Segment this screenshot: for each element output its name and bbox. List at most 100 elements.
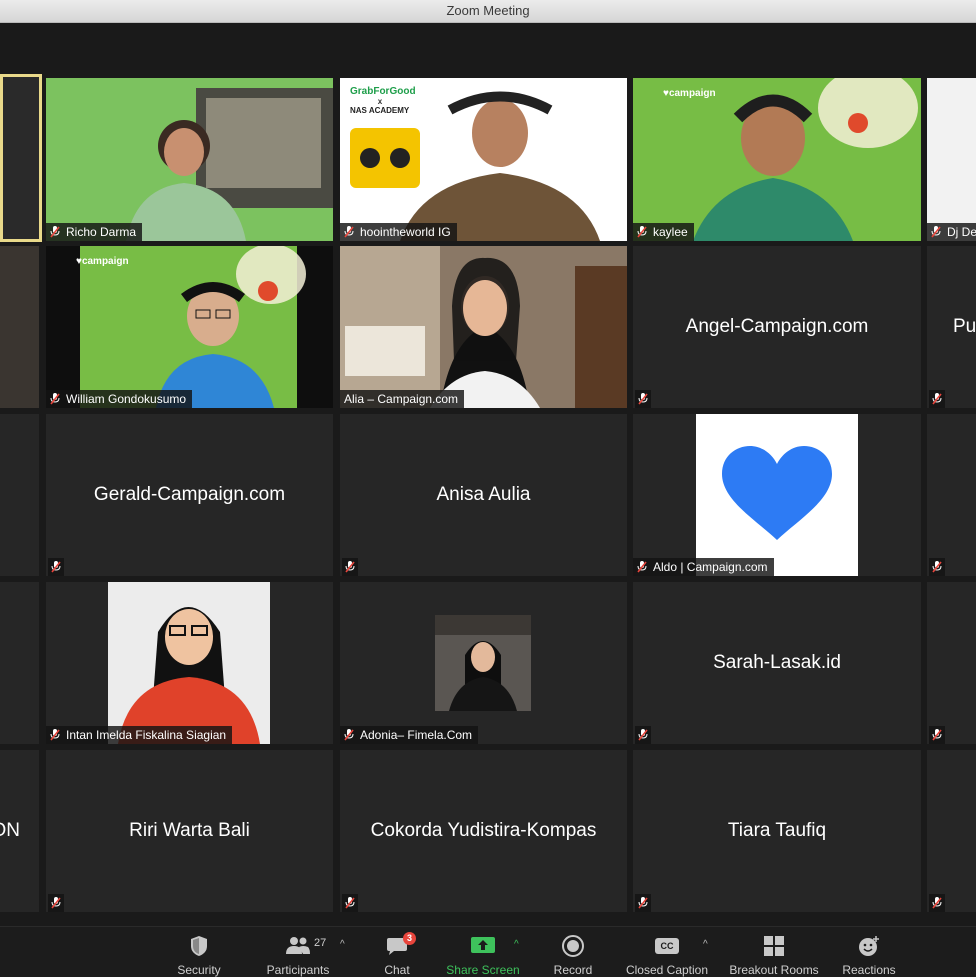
participant-nametag: kaylee (633, 223, 694, 241)
muted-mic-icon (50, 393, 60, 405)
muted-mic-icon (48, 558, 64, 576)
profile-picture (108, 582, 270, 744)
participant-name: hoointheworld IG (360, 225, 451, 239)
video-tile-partial-right[interactable] (927, 750, 976, 912)
participant-nametag: hoointheworld IG (340, 223, 457, 241)
video-tile-cokorda[interactable]: Cokorda Yudistira-Kompas (340, 750, 627, 912)
chat-button[interactable]: 3 Chat (347, 931, 447, 977)
participant-name-large: Cokorda Yudistira-Kompas (370, 820, 597, 841)
muted-mic-icon (50, 729, 60, 741)
security-label: Security (177, 963, 221, 977)
share-screen-icon (470, 935, 496, 957)
participants-icon (285, 935, 311, 957)
muted-mic-icon (635, 726, 651, 744)
meeting-toolbar: Security 27 Participants ^ 3 Chat Share … (0, 926, 976, 977)
video-tile-anisa[interactable]: Anisa Aulia (340, 414, 627, 576)
muted-mic-icon (635, 390, 651, 408)
campaign-logo: ♥campaign (76, 256, 129, 267)
muted-mic-icon (929, 390, 945, 408)
video-tile-alia[interactable]: Alia – Campaign.com (340, 246, 627, 408)
video-grid: Richo Darma GrabForGood x NAS ACADEMY ho… (0, 0, 976, 976)
video-tile-partial-left[interactable] (0, 414, 39, 576)
video-tile-partial-left[interactable]: ON (0, 750, 39, 912)
participant-name-large: Anisa Aulia (436, 484, 531, 505)
muted-mic-icon (344, 729, 354, 741)
video-tile-sarah[interactable]: Sarah-Lasak.id (633, 582, 921, 744)
grab-logo: GrabForGood x NAS ACADEMY (350, 86, 416, 115)
participant-name-large: ON (0, 820, 20, 841)
muted-mic-icon (929, 726, 945, 744)
muted-mic-icon (342, 558, 358, 576)
participant-name: Alia – Campaign.com (344, 392, 459, 406)
muted-mic-icon (637, 561, 647, 573)
muted-mic-icon (50, 226, 60, 238)
participant-name: William Gondokusumo (66, 392, 187, 406)
security-button[interactable]: Security (149, 931, 249, 977)
muted-mic-icon (637, 226, 647, 238)
video-tile-aldo[interactable]: Aldo | Campaign.com (633, 414, 921, 576)
video-feed (633, 78, 921, 241)
share-screen-button[interactable]: Share Screen (433, 931, 533, 977)
muted-mic-icon (342, 894, 358, 912)
participant-nametag: Adonia– Fimela.Com (340, 726, 479, 744)
participant-name: Richo Darma (66, 225, 137, 239)
participant-nametag: Dj De (927, 223, 976, 241)
campaign-logo: ♥campaign (663, 88, 716, 99)
video-tile-kaylee[interactable]: ♥campaign kaylee (633, 78, 921, 241)
reactions-icon (856, 935, 882, 957)
participant-name: Dj De (947, 225, 976, 239)
video-tile-intan[interactable]: Intan Imelda Fiskalina Siagian (46, 582, 333, 744)
closed-caption-label: Closed Caption (625, 963, 709, 977)
record-button[interactable]: Record (523, 931, 623, 977)
participant-name-large: Angel-Campaign.com (685, 316, 869, 337)
breakout-rooms-button[interactable]: Breakout Rooms (724, 931, 824, 977)
video-tile-gerald[interactable]: Gerald-Campaign.com (46, 414, 333, 576)
video-tile-dj[interactable]: Dj De (927, 78, 976, 241)
participant-name-large: Tiara Taufiq (727, 820, 827, 841)
participant-name: Aldo | Campaign.com (653, 560, 768, 574)
video-tile-partial-right[interactable] (927, 414, 976, 576)
participant-name-large: Gerald-Campaign.com (93, 484, 286, 505)
cc-icon-text: CC (660, 941, 674, 951)
participants-chevron-up-icon[interactable]: ^ (340, 939, 345, 950)
shield-icon (186, 935, 212, 957)
record-icon (560, 935, 586, 957)
participants-button[interactable]: 27 Participants (248, 931, 348, 977)
participant-nametag: Alia – Campaign.com (340, 390, 465, 408)
video-tile-partial-right[interactable] (927, 582, 976, 744)
share-screen-label: Share Screen (446, 963, 520, 977)
reactions-button[interactable]: Reactions (819, 931, 919, 977)
video-tile-adonia[interactable]: Adonia– Fimela.Com (340, 582, 627, 744)
video-tile-active-speaker[interactable] (0, 74, 42, 242)
video-tile-pu[interactable]: Pu (927, 246, 976, 408)
participants-label: Participants (266, 963, 330, 977)
closed-caption-chevron-up-icon[interactable]: ^ (703, 939, 708, 950)
participant-nametag: Aldo | Campaign.com (633, 558, 774, 576)
participant-nametag: William Gondokusumo (46, 390, 193, 408)
chat-icon: 3 (384, 932, 416, 957)
profile-picture (435, 615, 531, 711)
participant-name-large: Sarah-Lasak.id (713, 652, 841, 673)
video-tile-richo[interactable]: Richo Darma (46, 78, 333, 241)
participant-name: kaylee (653, 225, 688, 239)
muted-mic-icon (931, 226, 941, 238)
video-tile-tiara[interactable]: Tiara Taufiq (633, 750, 921, 912)
muted-mic-icon (344, 226, 354, 238)
heart-icon (722, 446, 832, 540)
chat-badge: 3 (403, 932, 416, 945)
video-tile-william[interactable]: ♥campaign William Gondokusumo (46, 246, 333, 408)
reactions-label: Reactions (842, 963, 896, 977)
participant-name-large: Riri Warta Bali (129, 820, 250, 841)
breakout-rooms-label: Breakout Rooms (729, 963, 819, 977)
video-tile-partial-left[interactable] (0, 246, 39, 408)
muted-mic-icon (635, 894, 651, 912)
share-screen-chevron-up-icon[interactable]: ^ (514, 939, 519, 950)
muted-mic-icon (929, 894, 945, 912)
video-tile-hooi[interactable]: GrabForGood x NAS ACADEMY hoointheworld … (340, 78, 627, 241)
closed-caption-icon: CC (654, 935, 680, 957)
video-feed (46, 246, 333, 408)
video-tile-partial-left[interactable] (0, 582, 39, 744)
video-tile-angel[interactable]: Angel-Campaign.com (633, 246, 921, 408)
closed-caption-button[interactable]: CC Closed Caption (617, 931, 717, 977)
video-tile-riri[interactable]: Riri Warta Bali (46, 750, 333, 912)
